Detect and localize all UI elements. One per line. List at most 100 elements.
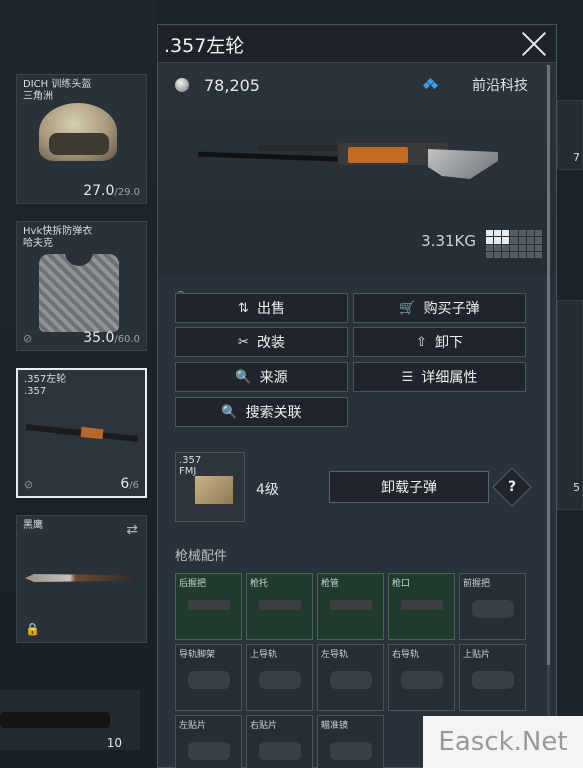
panel-scrollbar[interactable] [547,65,550,745]
attachment-slot[interactable]: 瞄准镜 [317,715,384,768]
helmet-name-line1: DICH 训练头盔 [23,79,92,90]
backpack-weapon-count: 10 [106,736,122,750]
attachment-slot[interactable]: 导轨脚架 [175,644,242,711]
item-price: 78,205 [204,76,260,95]
attachment-slot[interactable]: 后握把 [175,573,242,640]
size-grid-cell [502,251,510,258]
modify-button[interactable]: ✂ 改装 [175,327,348,357]
close-button[interactable] [520,30,548,58]
inventory-column: DICH 训练头盔 三角洲 27.0/29.0 Hvk快拆防弹衣 哈夫克 ⊘ 3… [0,0,156,768]
attachment-slot-label: 右贴片 [250,721,278,731]
scrollbar-thumb[interactable] [547,65,550,665]
attachment-slot-label: 右导轨 [392,650,420,660]
ammo-slot[interactable]: .357 FMJ [175,452,245,522]
attachment-slot[interactable]: 上贴片 [459,644,526,711]
attachment-slot[interactable]: 左贴片 [175,715,242,768]
armor-slot[interactable]: Hvk快拆防弹衣 哈夫克 ⊘ 35.0/60.0 [16,221,147,351]
size-grid-cell [534,230,542,237]
no-insurance-icon: ⊘ [23,332,33,345]
size-grid-cell [526,244,534,251]
weapon-ammo-value: 6 [120,476,130,492]
size-grid-cell [502,244,510,251]
swap-icon[interactable]: ⇄ [126,522,138,538]
attachment-image [401,671,443,689]
unload-ammo-button[interactable]: 卸载子弹 [329,471,489,503]
search-icon: 🔍 [221,404,238,420]
attachment-slot[interactable]: 右导轨 [388,644,455,711]
help-button[interactable]: ? [492,467,532,507]
buy-ammo-button[interactable]: 🛒 购买子弹 [353,293,526,323]
brand-logo-icon [422,77,439,91]
attachment-slot-label: 枪托 [250,579,269,589]
size-grid-cell [534,244,542,251]
backpack-weapon-slot[interactable]: 10 [0,690,140,750]
sell-button[interactable]: ⇅ 出售 [175,293,348,323]
helmet-durability: 27.0/29.0 [83,183,140,199]
size-grid-cell [502,230,510,237]
coin-icon [175,78,189,92]
ammo-label: .357 FMJ [179,455,201,477]
cart-icon: 🛒 [399,300,416,316]
rifle-stock-image [0,712,110,728]
attachment-slot[interactable]: 前握把 [459,573,526,640]
size-grid-cell [510,230,518,237]
details-button[interactable]: ☰ 详细属性 [353,362,526,392]
size-grid-cell [518,244,526,251]
attachment-slot[interactable]: 左导轨 [317,644,384,711]
right-slot-value: 7 [573,151,580,164]
item-detail-panel: .357左轮 78,205 前沿科技 ⊘ 3.31KG ⇅出售 🛒购买子弹 ✂改… [157,24,557,768]
attachment-slot-label: 前握把 [463,579,491,589]
help-icon: ? [507,479,517,495]
attachment-slot[interactable]: 枪管 [317,573,384,640]
right-slot-1[interactable]: 7 [557,100,583,170]
weapon-name-line2: .357 [24,386,47,397]
search-related-button[interactable]: 🔍 搜索关联 [175,397,348,427]
attachment-slot[interactable]: 枪口 [388,573,455,640]
melee-slot[interactable]: 黑鹰 ⇄ 🔒 [16,515,147,643]
helmet-slot[interactable]: DICH 训练头盔 三角洲 27.0/29.0 [16,74,147,204]
lock-icon: 🔒 [25,622,40,636]
attachment-slot-label: 后握把 [179,579,207,589]
brand-name: 前沿科技 [472,78,528,94]
source-button[interactable]: 🔍 来源 [175,362,348,392]
attachments-title: 枪械配件 [175,549,228,564]
ammo-caliber: .357 [179,455,202,466]
weapon-ammo-count: 6/6 [120,476,139,492]
attachment-slot-label: 左导轨 [321,650,349,660]
source-label: 来源 [259,370,288,386]
size-grid-cell [526,230,534,237]
size-grid-cell [534,251,542,258]
armor-durability-max: /60.0 [114,334,140,345]
right-slot-2[interactable]: 5 [557,300,583,510]
size-grid-cell [526,237,534,244]
helmet-durability-value: 27.0 [83,183,115,199]
attachment-slot-label: 左贴片 [179,721,207,731]
size-grid-cell [518,251,526,258]
weapon-slot[interactable]: .357左轮 .357 ⊘ 6/6 [16,368,147,498]
size-grid-cell [494,230,502,237]
attachment-image [330,671,372,689]
no-insurance-icon: ⊘ [24,478,34,491]
attachment-image [472,600,514,618]
attachment-slot[interactable]: 枪托 [246,573,313,640]
weapon-ammo-max: /6 [129,480,139,491]
size-grid-cell [510,244,518,251]
item-weight: 3.31KG [421,232,476,250]
sell-icon: ⇅ [238,300,249,316]
attachment-image [330,600,372,610]
size-grid-cell [486,251,494,258]
sell-label: 出售 [256,301,285,317]
attachment-slot[interactable]: 上导轨 [246,644,313,711]
armor-name-line1: Hvk快拆防弹衣 [23,226,93,237]
size-grid-cell [510,237,518,244]
attachment-image [188,600,230,610]
armor-durability-value: 35.0 [83,330,115,346]
attachment-slot-label: 瞄准镜 [321,721,349,731]
unequip-button[interactable]: ⇧ 卸下 [353,327,526,357]
panel-title: .357左轮 [164,35,245,57]
size-grid-cell [494,251,502,258]
attachment-slot[interactable]: 右贴片 [246,715,313,768]
size-grid-cell [494,237,502,244]
watermark: Easck.Net [423,716,583,768]
armor-name: Hvk快拆防弹衣 哈夫克 [23,226,92,250]
